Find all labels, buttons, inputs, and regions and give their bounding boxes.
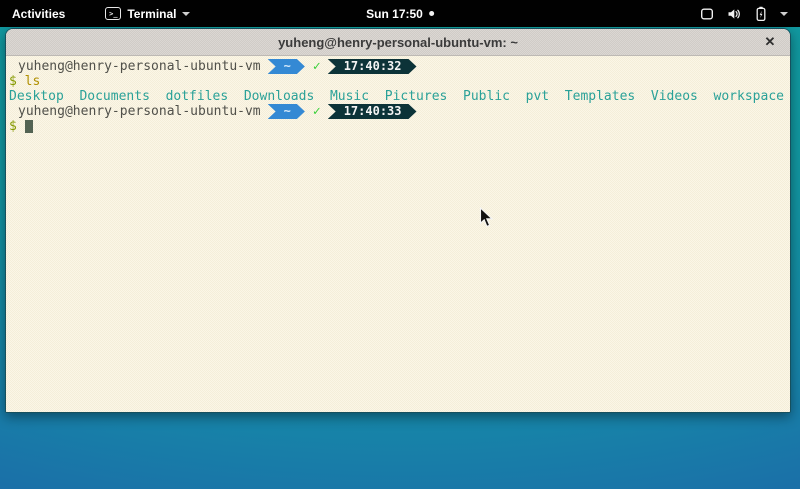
chevron-down-icon: [780, 12, 788, 16]
prompt-user: yuheng@henry-personal-ubuntu-vm: [18, 59, 261, 74]
dir-entry: Desktop: [9, 89, 64, 104]
terminal-icon: >_: [105, 7, 121, 20]
close-button[interactable]: ✕: [758, 29, 782, 55]
prompt-user: yuheng@henry-personal-ubuntu-vm: [18, 104, 261, 119]
dir-entry: Pictures: [385, 89, 448, 104]
chevron-down-icon: [182, 12, 190, 16]
prompt-dollar: $: [9, 119, 17, 134]
dir-entry: Downloads: [244, 89, 314, 104]
clock-label: Sun 17:50: [366, 7, 423, 21]
input-line: $: [9, 119, 786, 134]
dir-entry: pvt: [526, 89, 549, 104]
terminal-window: yuheng@henry-personal-ubuntu-vm: ~ ✕ yuh…: [5, 28, 791, 413]
dir-entry: Templates: [565, 89, 635, 104]
dir-entry: dotfiles: [166, 89, 229, 104]
terminal-cursor: [25, 120, 33, 133]
window-title: yuheng@henry-personal-ubuntu-vm: ~: [278, 35, 518, 50]
check-icon: ✓: [313, 104, 321, 119]
dir-entry: Music: [330, 89, 369, 104]
top-bar-left: Activities >_ Terminal: [0, 0, 200, 27]
powerline-path-segment: ~: [268, 104, 305, 119]
volume-icon: [726, 6, 742, 22]
powerline-time-segment: 17:40:33: [328, 104, 417, 119]
window-titlebar[interactable]: yuheng@henry-personal-ubuntu-vm: ~ ✕: [6, 29, 790, 56]
terminal-screen[interactable]: yuheng@henry-personal-ubuntu-vm ~ ✓ 17:4…: [6, 56, 790, 413]
dir-entry: Public: [463, 89, 510, 104]
command-line: $ ls: [9, 74, 786, 89]
activities-button[interactable]: Activities: [0, 0, 77, 27]
ls-output: Desktop Documents dotfiles Downloads Mus…: [9, 89, 786, 104]
powerline-path-segment: ~: [268, 59, 305, 74]
command-text: ls: [25, 74, 41, 89]
check-icon: ✓: [313, 59, 321, 74]
battery-charging-icon: [753, 6, 769, 22]
notification-dot: [429, 11, 434, 16]
app-menu-label: Terminal: [127, 7, 176, 21]
app-menu-button[interactable]: >_ Terminal: [95, 0, 200, 27]
prompt-line: yuheng@henry-personal-ubuntu-vm ~ ✓ 17:4…: [9, 59, 786, 74]
close-icon: ✕: [765, 34, 776, 50]
top-bar: Activities >_ Terminal Sun 17:50: [0, 0, 800, 27]
dir-entry: Documents: [79, 89, 149, 104]
system-menu-button[interactable]: [691, 0, 800, 27]
clock-button[interactable]: Sun 17:50: [358, 0, 442, 27]
powerline-time-segment: 17:40:32: [328, 59, 417, 74]
dir-entry: workspace: [714, 89, 784, 104]
prompt-dollar: $: [9, 74, 17, 89]
dir-entry: Videos: [651, 89, 698, 104]
screen-icon: [699, 6, 715, 22]
prompt-line: yuheng@henry-personal-ubuntu-vm ~ ✓ 17:4…: [9, 104, 786, 119]
